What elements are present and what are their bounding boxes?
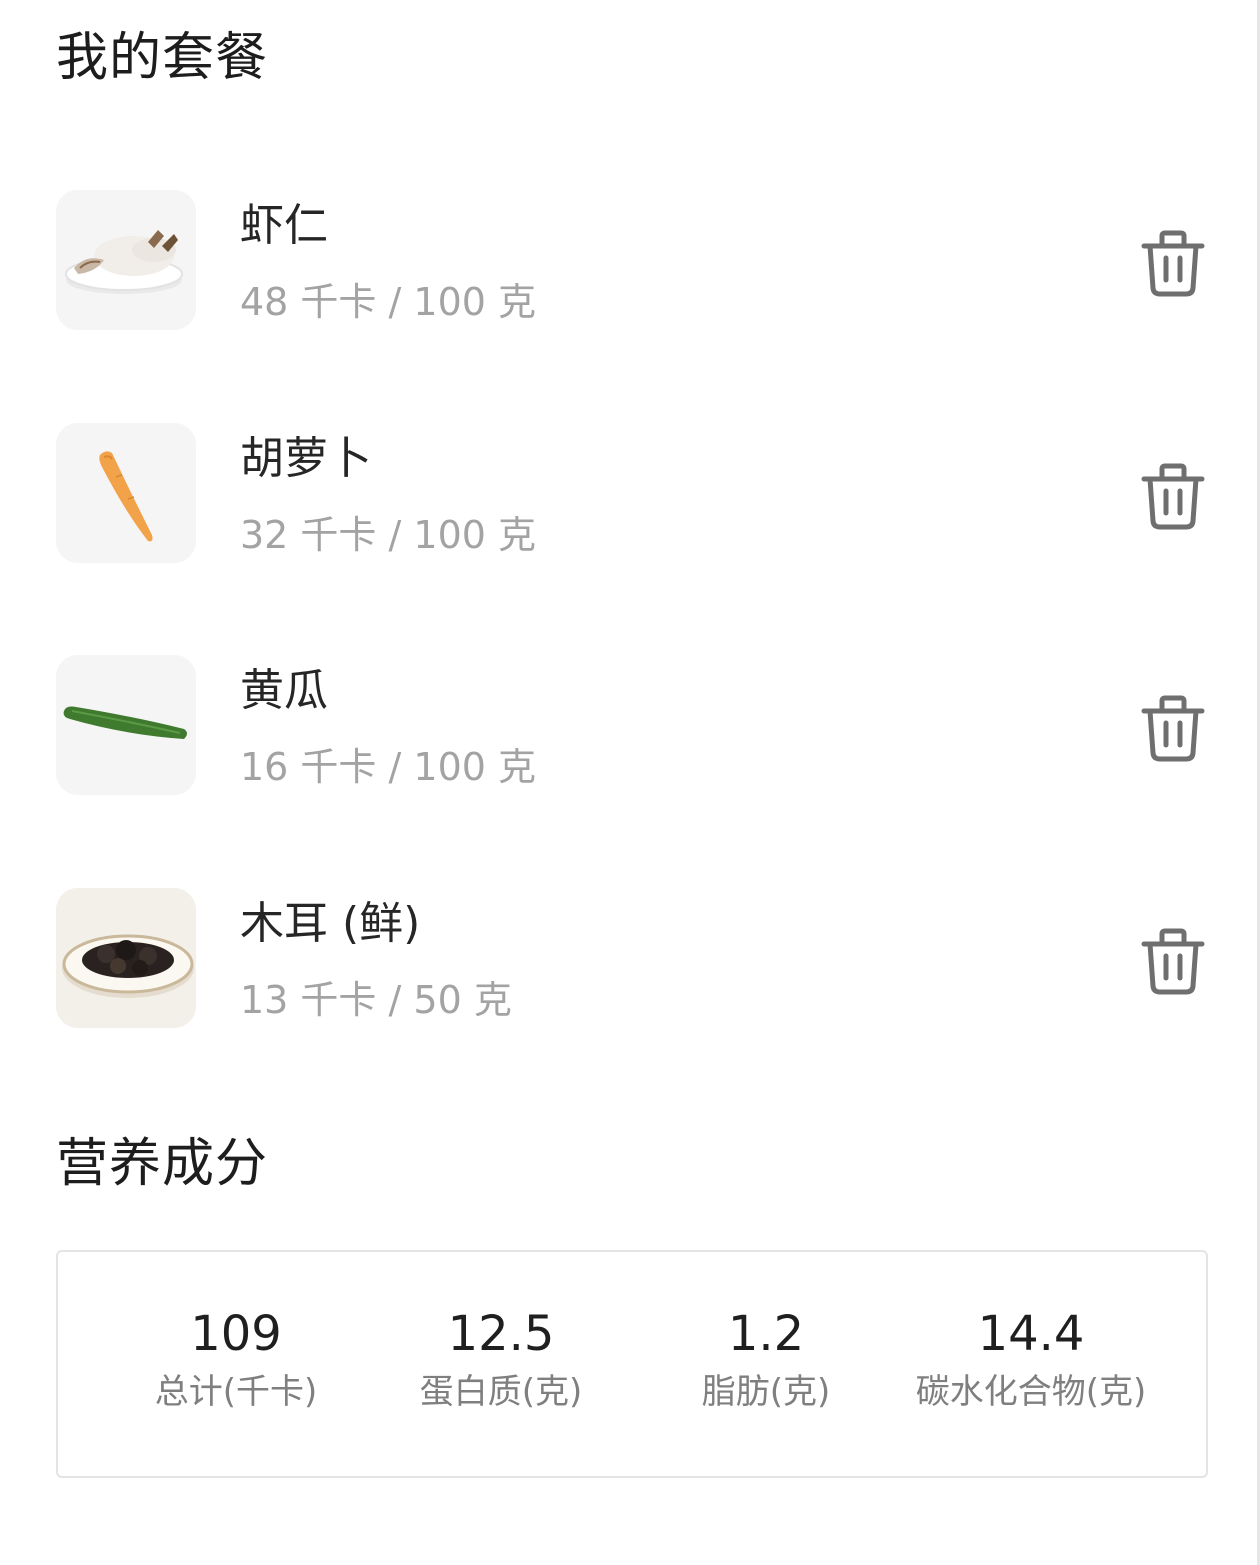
trash-icon [1141, 230, 1205, 297]
food-calories: 13 千卡 / 50 克 [240, 978, 512, 1022]
wood-ear-plate-icon [56, 888, 196, 1028]
nutrient-label: 碳水化合物(克) [915, 1372, 1147, 1412]
nutrient-value: 14.4 [977, 1306, 1085, 1362]
delete-button[interactable] [1140, 926, 1206, 996]
delete-button[interactable] [1140, 461, 1206, 531]
nutrient-label: 总计(千卡) [154, 1372, 318, 1412]
nutrition-summary-card: 109 总计(千卡) 12.5 蛋白质(克) 1.2 脂肪(克) 14.4 碳水… [56, 1250, 1208, 1478]
nutrient-protein: 12.5 蛋白质(克) [371, 1304, 631, 1414]
nutrient-value: 109 [190, 1306, 282, 1362]
shrimp-plate-icon [56, 190, 196, 330]
food-item-cucumber[interactable]: 黄瓜 16 千卡 / 100 克 [56, 655, 1206, 795]
food-name: 胡萝卜 [240, 433, 372, 484]
food-item-carrot[interactable]: 胡萝卜 32 千卡 / 100 克 [56, 423, 1206, 563]
meal-section-title: 我的套餐 [56, 28, 269, 88]
nutrient-value: 1.2 [727, 1306, 805, 1362]
food-item-shrimp[interactable]: 虾仁 48 千卡 / 100 克 [56, 190, 1206, 330]
nutrient-carbohydrate: 14.4 碳水化合物(克) [901, 1304, 1161, 1414]
food-name: 黄瓜 [240, 665, 328, 716]
cucumber-icon [56, 655, 196, 795]
food-item-wood-ear[interactable]: 木耳 (鲜) 13 千卡 / 50 克 [56, 888, 1206, 1028]
food-calories: 48 千卡 / 100 克 [240, 280, 537, 324]
food-calories: 32 千卡 / 100 克 [240, 513, 537, 557]
trash-icon [1141, 695, 1205, 762]
nutrient-label: 蛋白质(克) [419, 1372, 583, 1412]
food-name: 虾仁 [240, 200, 328, 251]
nutrient-label: 脂肪(克) [701, 1372, 831, 1412]
nutrient-value: 12.5 [447, 1306, 555, 1362]
food-name: 木耳 (鲜) [240, 898, 421, 949]
nutrient-total-calories: 109 总计(千卡) [106, 1304, 366, 1414]
nutrient-fat: 1.2 脂肪(克) [636, 1304, 896, 1414]
nutrition-section-title: 营养成分 [56, 1134, 269, 1194]
trash-icon [1141, 463, 1205, 530]
delete-button[interactable] [1140, 228, 1206, 298]
carrot-icon [56, 423, 196, 563]
food-calories: 16 千卡 / 100 克 [240, 745, 537, 789]
trash-icon [1141, 928, 1205, 995]
delete-button[interactable] [1140, 693, 1206, 763]
